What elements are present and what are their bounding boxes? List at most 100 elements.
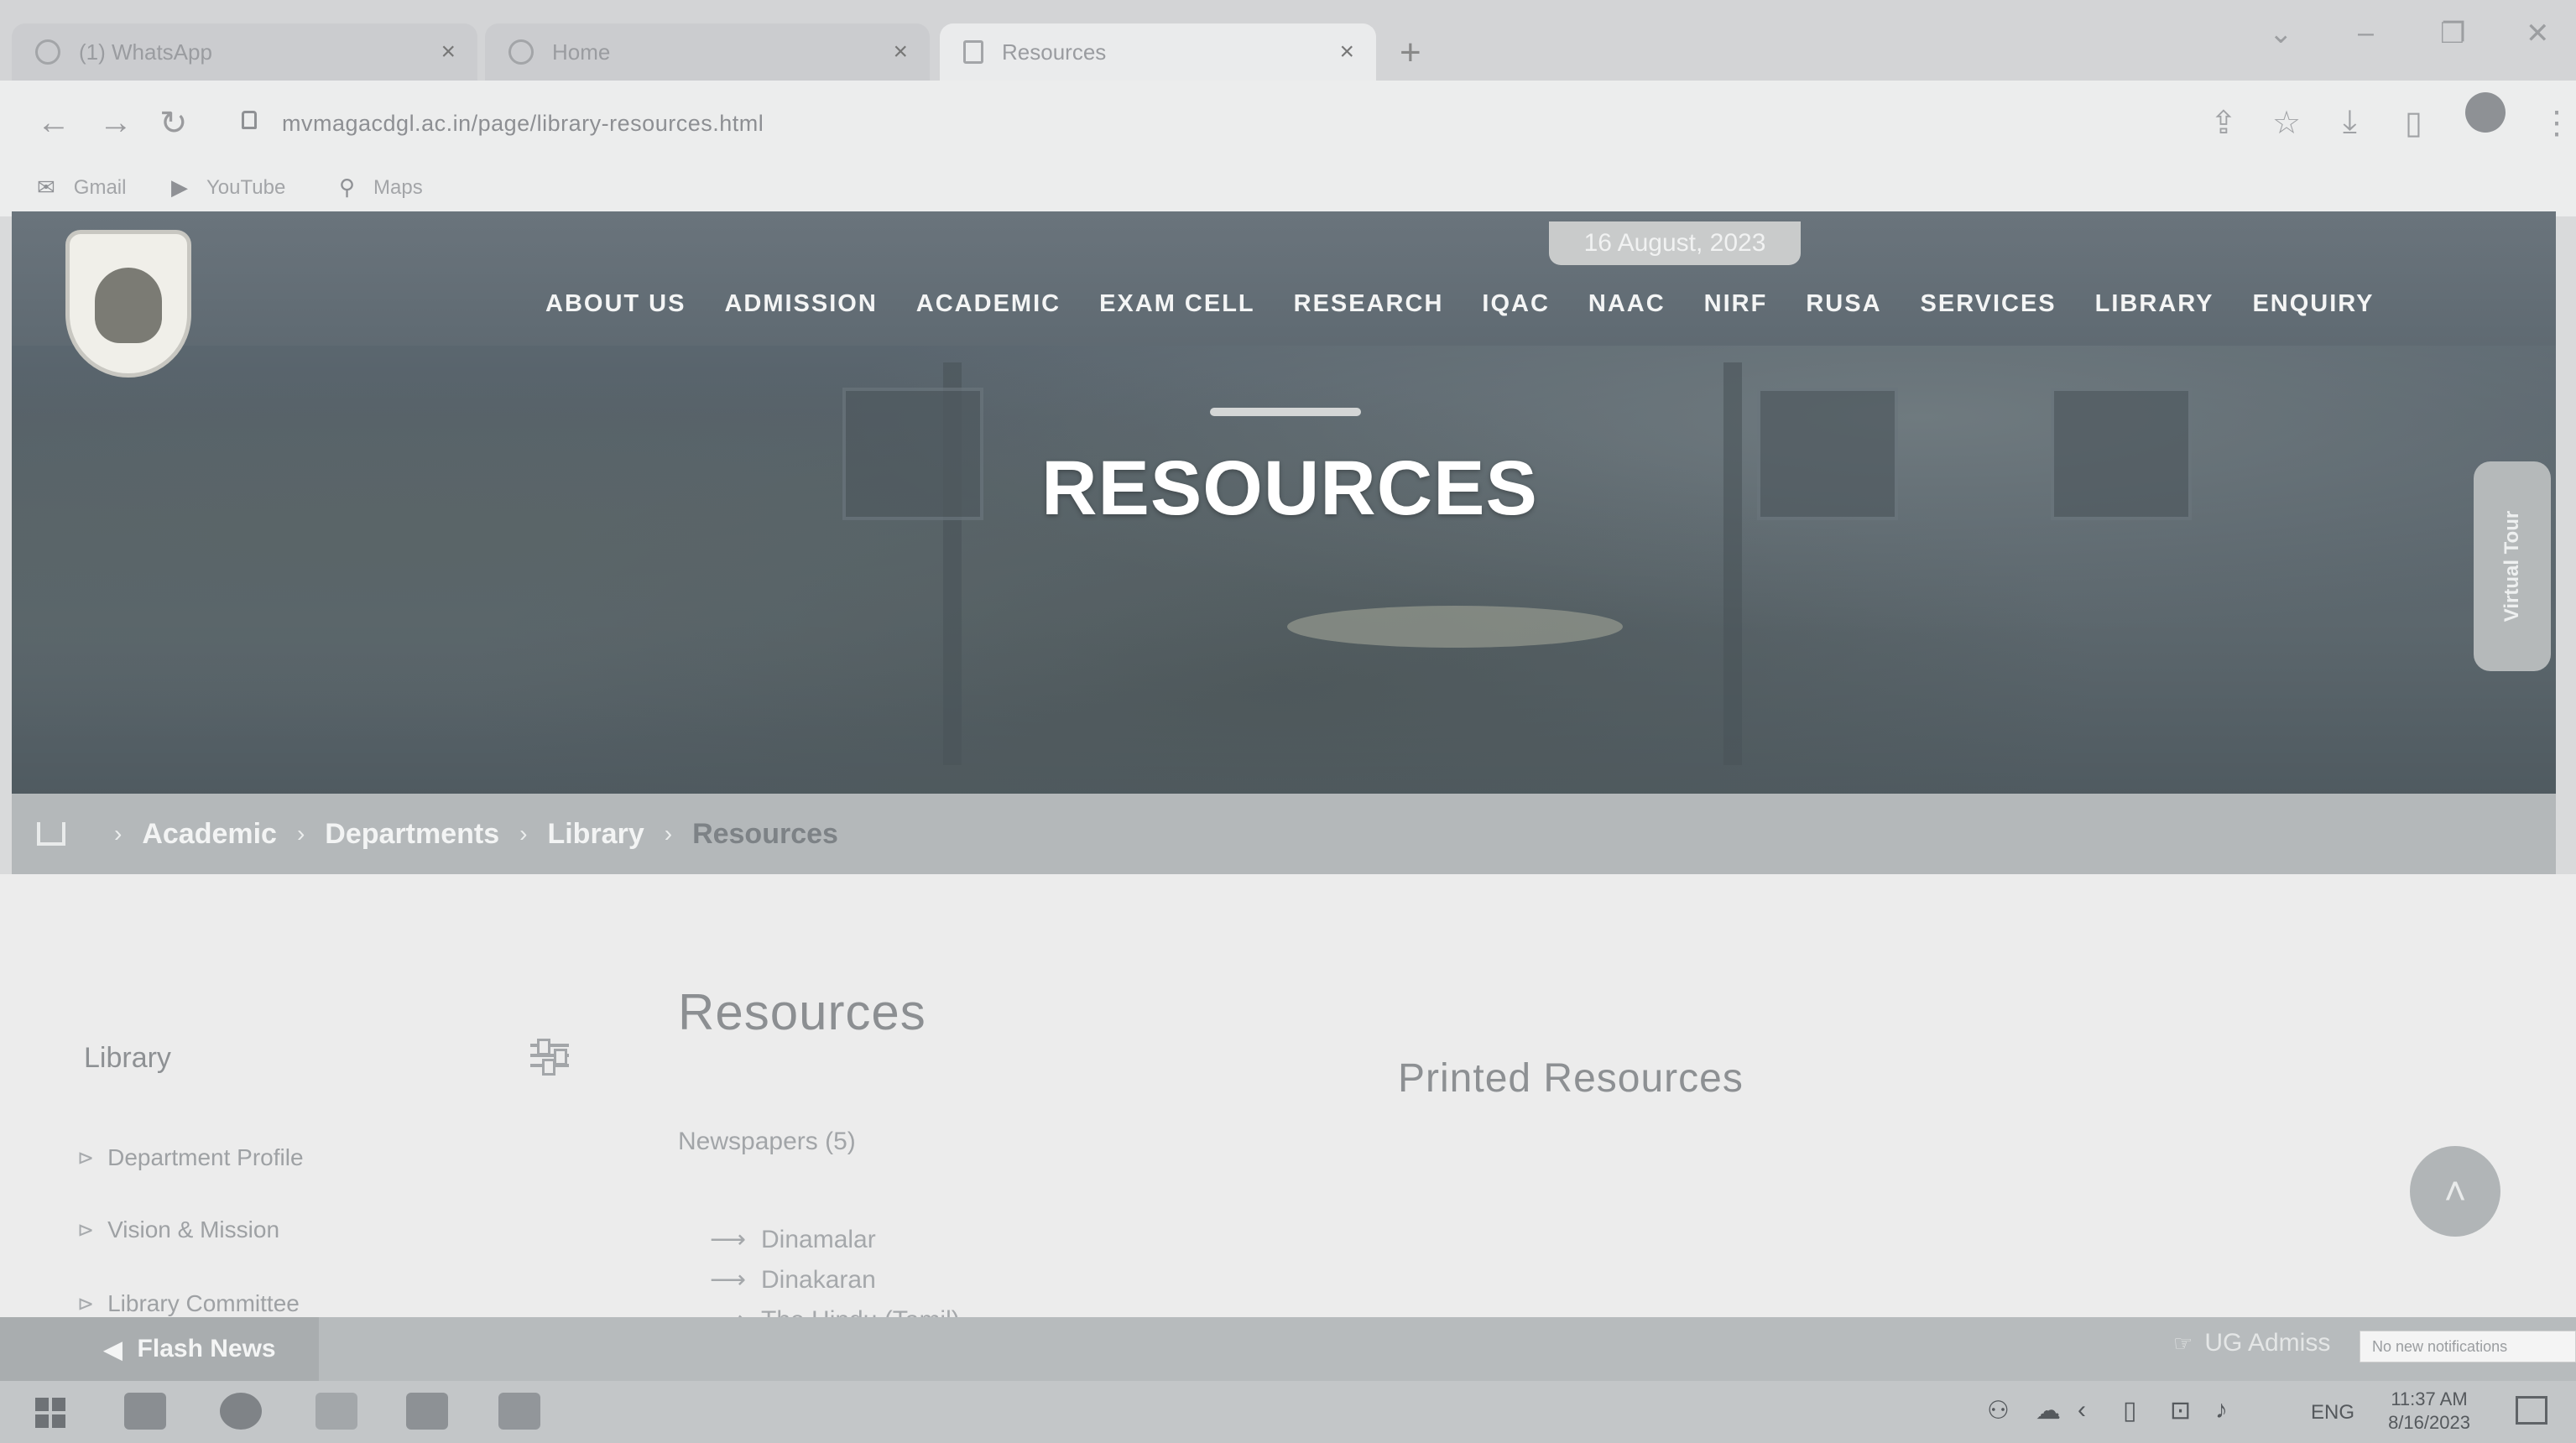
illustrator-icon[interactable] — [406, 1393, 448, 1430]
publisher-icon[interactable] — [498, 1393, 540, 1430]
browser-toolbar: ← → ↻ mvmagacdgl.ac.in/page/library-reso… — [0, 81, 2576, 171]
nav-services[interactable]: SERVICES — [1921, 290, 2057, 318]
volume-icon[interactable]: ♪ — [2215, 1396, 2228, 1425]
sidebar-item-library-committee[interactable]: ⊳ Library Committee — [77, 1290, 300, 1317]
clock[interactable]: 11:37 AM 8/16/2023 — [2375, 1388, 2484, 1435]
nav-academic[interactable]: ACADEMIC — [916, 290, 1061, 318]
battery-icon[interactable]: ▯ — [2123, 1396, 2137, 1425]
new-tab-button[interactable]: + — [1400, 32, 1421, 74]
bookmarks-bar: ✉ Gmail ▶ YouTube ⚲ Maps — [0, 171, 2576, 216]
back-icon[interactable]: ← — [37, 104, 70, 142]
page-content: Library ⊳ Department Profile ⊳ Vision & … — [0, 874, 2576, 1334]
newspaper-name: Dinamalar — [761, 1225, 876, 1253]
page-hero-title: RESOURCES — [1041, 445, 1538, 531]
tab-home[interactable]: Home × — [485, 23, 930, 81]
language-indicator[interactable]: ENG — [2311, 1401, 2354, 1425]
nav-iqac[interactable]: IQAC — [1482, 290, 1550, 318]
profile-avatar[interactable] — [2465, 92, 2506, 133]
network-icon[interactable]: ⊡ — [2170, 1396, 2191, 1425]
reload-icon[interactable]: ↻ — [159, 104, 188, 143]
nav-nirf[interactable]: NIRF — [1704, 290, 1768, 318]
os-taskbar: ⚇ ☁ ‹ ▯ ⊡ ♪ ENG 11:37 AM 8/16/2023 — [0, 1381, 2576, 1443]
list-item: ⟶ Dinamalar — [710, 1225, 876, 1254]
hero-banner: 16 August, 2023 ABOUT US ADMISSION ACADE… — [12, 211, 2556, 799]
bookmark-gmail[interactable]: ✉ Gmail — [37, 175, 126, 201]
lock-icon[interactable] — [242, 111, 257, 129]
clock-time: 11:37 AM — [2391, 1388, 2468, 1409]
windows-start-icon[interactable] — [35, 1398, 65, 1428]
flash-news-ticker[interactable]: ☞ UG Admiss — [2173, 1329, 2330, 1357]
gmail-icon: ✉ — [37, 175, 55, 200]
page-icon — [963, 40, 983, 64]
file-explorer-icon[interactable] — [124, 1393, 166, 1430]
tab-title: (1) WhatsApp — [79, 39, 212, 65]
close-tab-icon[interactable]: × — [441, 38, 456, 66]
title-divider — [1210, 408, 1361, 416]
menu-icon[interactable]: ⋮ — [2541, 104, 2573, 142]
sidebar-item-vision-mission[interactable]: ⊳ Vision & Mission — [77, 1216, 279, 1243]
chevron-right-icon: › — [114, 820, 123, 847]
sidebar-item-label: Library Committee — [107, 1290, 300, 1316]
flash-news-text: Flash News — [137, 1335, 276, 1362]
minimize-icon[interactable]: – — [2358, 17, 2374, 49]
forward-icon[interactable]: → — [99, 104, 133, 142]
arrow-right-icon: ⟶ — [710, 1266, 747, 1294]
tab-search-icon[interactable]: ⌄ — [2269, 17, 2293, 50]
notification-center-icon[interactable] — [2516, 1396, 2547, 1425]
printed-resources-title: Printed Resources — [1398, 1056, 1744, 1101]
logo-emblem — [95, 268, 162, 343]
nav-rusa[interactable]: RUSA — [1806, 290, 1881, 318]
virtual-tour-button[interactable]: Virtual Tour — [2474, 461, 2551, 671]
date-badge: 16 August, 2023 — [1549, 221, 1801, 265]
sidebar-title: Library — [84, 1042, 171, 1074]
list-item: ⟶ Dinakaran — [710, 1265, 876, 1295]
address-bar[interactable]: mvmagacdgl.ac.in/page/library-resources.… — [282, 111, 764, 137]
sidebar-item-label: Vision & Mission — [107, 1216, 280, 1242]
nav-research[interactable]: RESEARCH — [1294, 290, 1444, 318]
breadcrumb-current: Resources — [692, 817, 838, 850]
share-icon[interactable]: ⇪ — [2210, 104, 2237, 142]
bookmark-label: Maps — [373, 175, 423, 199]
bookmark-maps[interactable]: ⚲ Maps — [339, 175, 423, 201]
scroll-to-top-button[interactable]: ˄ — [2410, 1146, 2500, 1237]
side-panel-icon[interactable]: ▯ — [2405, 104, 2422, 142]
chrome-icon[interactable] — [220, 1393, 262, 1430]
breadcrumb: › Academic › Departments › Library › Res… — [12, 794, 2556, 874]
breadcrumb-library[interactable]: Library — [547, 818, 644, 851]
nav-naac[interactable]: NAAC — [1588, 290, 1666, 318]
breadcrumb-departments[interactable]: Departments — [325, 818, 499, 851]
nav-about-us[interactable]: ABOUT US — [545, 290, 686, 318]
arrow-right-icon: ⟶ — [710, 1226, 747, 1253]
filter-icon[interactable] — [530, 1039, 569, 1076]
tab-resources[interactable]: Resources × — [940, 23, 1376, 81]
bookmark-youtube[interactable]: ▶ YouTube — [171, 175, 285, 201]
home-icon[interactable] — [37, 822, 65, 846]
bookmark-label: YouTube — [206, 175, 286, 199]
flash-news-bar: ◀ Flash News ☞ UG Admiss — [0, 1317, 2576, 1381]
close-tab-icon[interactable]: × — [1339, 38, 1354, 66]
sidebar-item-department-profile[interactable]: ⊳ Department Profile — [77, 1144, 304, 1171]
caret-right-icon: ⊳ — [77, 1146, 95, 1170]
youtube-icon: ▶ — [171, 175, 188, 200]
nav-exam-cell[interactable]: EXAM CELL — [1099, 290, 1255, 318]
chevron-left-icon[interactable]: ‹ — [2078, 1396, 2086, 1425]
people-icon[interactable]: ⚇ — [1987, 1396, 2010, 1425]
notification-tooltip: No new notifications — [2360, 1331, 2576, 1362]
nav-admission[interactable]: ADMISSION — [724, 290, 877, 318]
nav-library[interactable]: LIBRARY — [2095, 290, 2214, 318]
close-window-icon[interactable]: ✕ — [2526, 17, 2550, 50]
restore-icon[interactable]: ❐ — [2440, 17, 2465, 50]
tab-title: Home — [552, 39, 611, 65]
close-tab-icon[interactable]: × — [893, 38, 908, 66]
folder-icon[interactable] — [315, 1393, 357, 1430]
tab-whatsapp[interactable]: (1) WhatsApp × — [12, 23, 477, 81]
college-logo[interactable] — [65, 230, 191, 378]
cloud-icon[interactable]: ☁ — [2036, 1396, 2061, 1425]
hero-sculpture — [1287, 606, 1623, 648]
bookmark-label: Gmail — [73, 175, 127, 199]
nav-enquiry[interactable]: ENQUIRY — [2252, 290, 2374, 318]
newspapers-heading: Newspapers (5) — [678, 1128, 856, 1155]
bookmark-star-icon[interactable]: ☆ — [2272, 104, 2301, 142]
download-icon[interactable]: ⤓ — [2343, 104, 2357, 140]
breadcrumb-academic[interactable]: Academic — [142, 818, 277, 851]
